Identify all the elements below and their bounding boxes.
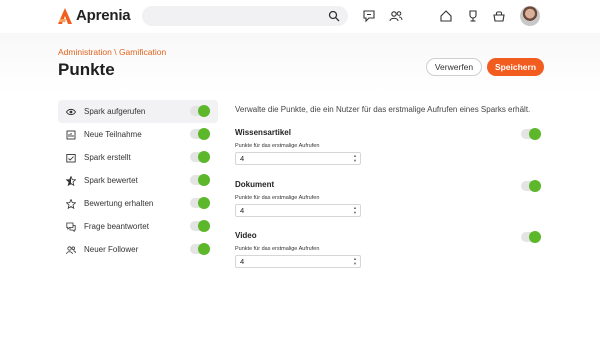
logo-icon <box>58 7 72 24</box>
toggle-knob <box>529 231 541 243</box>
breadcrumb[interactable]: Administration \ Gamification <box>58 47 166 57</box>
toggle-knob <box>198 220 210 232</box>
section-dokument: Dokument Punkte für das erstmalige Aufru… <box>235 180 545 217</box>
users-icon[interactable] <box>389 9 403 23</box>
field-label: Punkte für das erstmalige Aufrufen <box>235 246 320 252</box>
toggle-knob <box>198 174 210 186</box>
sidebar-item-new-follower[interactable]: Neuer Follower <box>58 238 218 261</box>
points-input[interactable]: 4 ▲ ▼ <box>235 204 361 217</box>
points-input[interactable]: 4 ▲ ▼ <box>235 152 361 165</box>
toggle-switch[interactable] <box>190 243 210 255</box>
sidebar-item-label: Spark erstellt <box>84 153 131 162</box>
toggle-knob <box>198 151 210 163</box>
participation-icon <box>66 130 76 139</box>
app-name: Aprenia <box>76 7 131 24</box>
intro-text: Verwalte die Punkte, die ein Nutzer für … <box>235 105 531 114</box>
toggle-switch[interactable] <box>190 174 210 186</box>
sidebar-item-spark-viewed[interactable]: Spark aufgerufen <box>58 100 218 123</box>
search-icon[interactable] <box>328 10 340 22</box>
sidebar-item-rating-received[interactable]: Bewertung erhalten <box>58 192 218 215</box>
sidebar-item-question-answered[interactable]: Frage beantwortet <box>58 215 218 238</box>
sidebar-item-label: Spark aufgerufen <box>84 107 146 116</box>
top-bar: Aprenia <box>0 0 600 33</box>
toggle-switch[interactable] <box>521 180 541 192</box>
toggle-switch[interactable] <box>190 105 210 117</box>
number-stepper[interactable]: ▲ ▼ <box>353 205 357 215</box>
points-value: 4 <box>240 257 245 266</box>
chat-bubble-icon[interactable] <box>362 9 376 23</box>
sidebar-item-spark-created[interactable]: Spark erstellt <box>58 146 218 169</box>
toggle-switch[interactable] <box>521 231 541 243</box>
points-value: 4 <box>240 206 245 215</box>
sidebar-item-new-participation[interactable]: Neue Teilnahme <box>58 123 218 146</box>
users-icon <box>66 245 76 254</box>
star-half-icon <box>66 175 76 186</box>
number-stepper[interactable]: ▲ ▼ <box>353 153 357 163</box>
section-wissensartikel: Wissensartikel Punkte für das erstmalige… <box>235 128 545 165</box>
number-stepper[interactable]: ▲ ▼ <box>353 256 357 266</box>
toggle-switch[interactable] <box>190 128 210 140</box>
home-icon[interactable] <box>439 9 453 23</box>
discard-button[interactable]: Verwerfen <box>426 58 482 76</box>
toggle-knob <box>529 128 541 140</box>
page-title: Punkte <box>58 60 115 79</box>
toggle-knob <box>198 128 210 140</box>
search-input[interactable] <box>142 6 348 26</box>
sidebar-item-label: Spark bewertet <box>84 176 138 185</box>
field-label: Punkte für das erstmalige Aufrufen <box>235 143 320 149</box>
sidebar-item-label: Neuer Follower <box>84 245 139 254</box>
toggle-switch[interactable] <box>190 220 210 232</box>
sidebar-item-label: Bewertung erhalten <box>84 199 154 208</box>
sidebar-item-label: Frage beantwortet <box>84 222 149 231</box>
toggle-switch[interactable] <box>190 197 210 209</box>
sidebar: Spark aufgerufen Neue Teilnahme Spark er… <box>58 100 218 261</box>
toggle-switch[interactable] <box>521 128 541 140</box>
field-label: Punkte für das erstmalige Aufrufen <box>235 195 320 201</box>
toggle-knob <box>198 105 210 117</box>
star-icon <box>66 198 76 209</box>
save-button[interactable]: Speichern <box>487 58 544 76</box>
points-value: 4 <box>240 154 245 163</box>
section-title: Dokument <box>235 180 275 189</box>
app-logo[interactable]: Aprenia <box>58 7 131 24</box>
eye-icon <box>66 108 76 115</box>
trophy-icon[interactable] <box>466 9 480 23</box>
sidebar-item-label: Neue Teilnahme <box>84 130 142 139</box>
toggle-knob <box>198 243 210 255</box>
points-input[interactable]: 4 ▲ ▼ <box>235 255 361 268</box>
section-title: Wissensartikel <box>235 128 291 137</box>
chat-icon <box>66 222 76 232</box>
toggle-knob <box>529 180 541 192</box>
toggle-knob <box>198 197 210 209</box>
avatar[interactable] <box>520 6 540 26</box>
create-icon <box>66 153 76 162</box>
basket-icon[interactable] <box>492 9 506 23</box>
toggle-switch[interactable] <box>190 151 210 163</box>
section-video: Video Punkte für das erstmalige Aufrufen… <box>235 231 545 268</box>
sidebar-item-spark-rated[interactable]: Spark bewertet <box>58 169 218 192</box>
section-title: Video <box>235 231 257 240</box>
